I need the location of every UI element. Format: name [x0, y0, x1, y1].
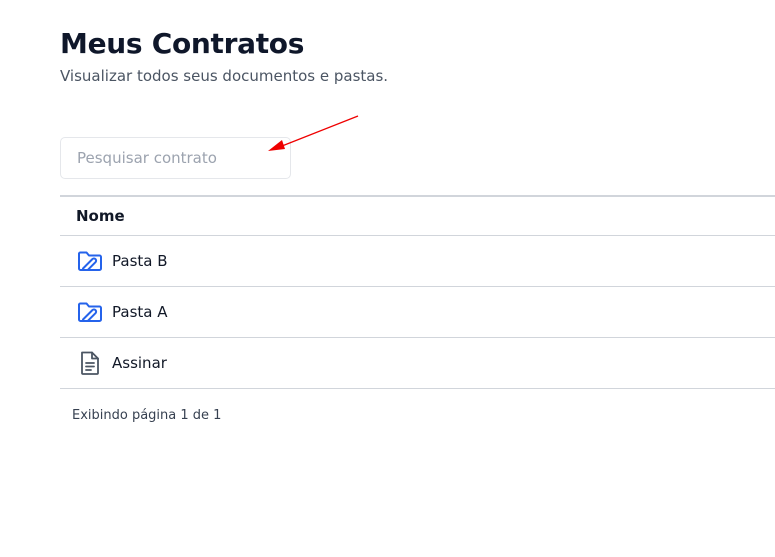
folder-icon — [76, 298, 104, 326]
folder-icon — [76, 247, 104, 275]
document-icon — [76, 349, 104, 377]
row-name: Pasta A — [112, 303, 168, 321]
page-subtitle: Visualizar todos seus documentos e pasta… — [60, 67, 389, 85]
pagination-status: Exibindo página 1 de 1 — [72, 408, 222, 423]
page-title: Meus Contratos — [60, 27, 305, 60]
table-header: Nome — [60, 195, 775, 236]
search-input[interactable] — [77, 149, 274, 167]
contracts-table: Nome Pasta B Pasta A Assinar — [60, 195, 775, 389]
table-row[interactable]: Pasta B — [60, 236, 775, 287]
search-box[interactable] — [60, 137, 291, 179]
table-row[interactable]: Pasta A — [60, 287, 775, 338]
row-name: Pasta B — [112, 252, 168, 270]
column-header-name[interactable]: Nome — [76, 207, 125, 225]
page-header: Meus Contratos Visualizar todos seus doc… — [60, 24, 388, 86]
row-name: Assinar — [112, 354, 167, 372]
table-row[interactable]: Assinar — [60, 338, 775, 389]
